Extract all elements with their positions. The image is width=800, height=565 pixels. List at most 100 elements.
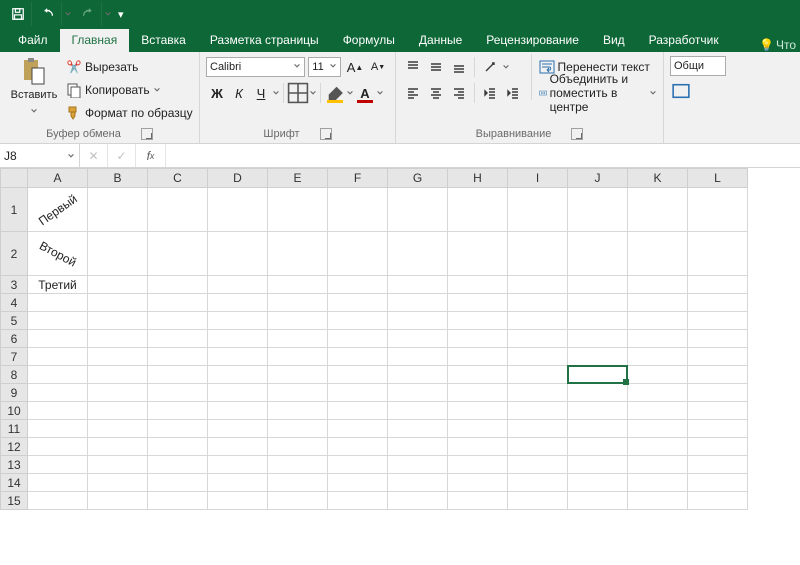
cell[interactable] <box>568 402 628 420</box>
cell[interactable] <box>328 232 388 276</box>
cell[interactable] <box>208 456 268 474</box>
cell[interactable] <box>568 294 628 312</box>
cell[interactable] <box>268 312 328 330</box>
align-bottom-button[interactable] <box>448 56 470 78</box>
row-header[interactable]: 8 <box>0 366 28 384</box>
row-header[interactable]: 10 <box>0 402 28 420</box>
orientation-button[interactable] <box>479 56 501 78</box>
row-header[interactable]: 14 <box>0 474 28 492</box>
cell[interactable] <box>508 188 568 232</box>
copy-dropdown-icon[interactable] <box>153 83 161 97</box>
cell[interactable] <box>208 232 268 276</box>
cell[interactable] <box>28 456 88 474</box>
cell[interactable] <box>268 456 328 474</box>
fill-color-button[interactable] <box>324 82 346 104</box>
column-header[interactable]: D <box>208 168 268 188</box>
cell[interactable] <box>628 188 688 232</box>
cell[interactable] <box>148 402 208 420</box>
cell[interactable] <box>688 188 748 232</box>
cell[interactable] <box>568 348 628 366</box>
cell[interactable] <box>208 348 268 366</box>
cut-button[interactable]: ✂️ Вырезать <box>66 56 193 78</box>
spreadsheet-grid[interactable]: ABCDEFGHIJKL1Первый2Второй3Третий4567891… <box>0 168 800 510</box>
cell[interactable] <box>448 438 508 456</box>
cell[interactable] <box>568 384 628 402</box>
redo-icon[interactable] <box>74 2 102 26</box>
cell[interactable] <box>268 330 328 348</box>
cell[interactable] <box>88 402 148 420</box>
cell[interactable] <box>628 312 688 330</box>
cell[interactable] <box>88 420 148 438</box>
cell[interactable] <box>328 294 388 312</box>
cell[interactable] <box>688 232 748 276</box>
cell[interactable] <box>28 384 88 402</box>
cell[interactable] <box>628 294 688 312</box>
cell[interactable] <box>268 474 328 492</box>
cell[interactable] <box>688 330 748 348</box>
cell[interactable] <box>268 188 328 232</box>
cell[interactable] <box>568 456 628 474</box>
row-header[interactable]: 11 <box>0 420 28 438</box>
cell[interactable] <box>628 420 688 438</box>
cell[interactable] <box>208 294 268 312</box>
cell[interactable] <box>88 384 148 402</box>
align-top-button[interactable] <box>402 56 424 78</box>
font-name-select[interactable]: Calibri <box>206 57 305 77</box>
column-header[interactable]: E <box>268 168 328 188</box>
merge-center-button[interactable]: Объединить и поместить в центре <box>539 82 657 104</box>
italic-button[interactable]: К <box>228 82 250 104</box>
cell[interactable] <box>268 232 328 276</box>
cell[interactable] <box>208 366 268 384</box>
cell[interactable] <box>28 438 88 456</box>
row-header[interactable]: 5 <box>0 312 28 330</box>
cell[interactable] <box>508 402 568 420</box>
cell[interactable] <box>388 232 448 276</box>
cell[interactable] <box>148 348 208 366</box>
cell[interactable] <box>628 438 688 456</box>
cell[interactable] <box>148 456 208 474</box>
cell[interactable] <box>448 232 508 276</box>
cell[interactable] <box>568 492 628 510</box>
cell[interactable]: Первый <box>28 188 88 232</box>
cell[interactable] <box>208 402 268 420</box>
cell[interactable] <box>88 456 148 474</box>
cell[interactable] <box>208 312 268 330</box>
cell[interactable] <box>568 330 628 348</box>
cell[interactable] <box>508 312 568 330</box>
decrease-indent-button[interactable] <box>479 82 501 104</box>
cell[interactable] <box>148 474 208 492</box>
cell[interactable] <box>688 492 748 510</box>
align-right-button[interactable] <box>448 82 470 104</box>
cell[interactable] <box>508 276 568 294</box>
cell[interactable] <box>508 438 568 456</box>
cell[interactable] <box>448 294 508 312</box>
cell[interactable] <box>88 474 148 492</box>
cell[interactable] <box>568 438 628 456</box>
cell[interactable] <box>508 232 568 276</box>
underline-dropdown-icon[interactable] <box>272 86 280 100</box>
cell[interactable] <box>328 420 388 438</box>
cell[interactable] <box>568 474 628 492</box>
cell[interactable] <box>628 384 688 402</box>
cell[interactable] <box>508 456 568 474</box>
undo-icon[interactable] <box>34 2 62 26</box>
cell[interactable] <box>28 420 88 438</box>
borders-button[interactable] <box>287 82 309 104</box>
cell[interactable] <box>688 402 748 420</box>
cell[interactable] <box>148 330 208 348</box>
cell[interactable] <box>508 420 568 438</box>
tab-formulas[interactable]: Формулы <box>331 29 407 52</box>
cell[interactable] <box>208 420 268 438</box>
cell[interactable] <box>568 188 628 232</box>
increase-font-icon[interactable]: A▲ <box>344 56 366 78</box>
row-header[interactable]: 2 <box>0 232 28 276</box>
cell[interactable] <box>628 232 688 276</box>
cell[interactable] <box>388 294 448 312</box>
select-all-corner[interactable] <box>0 168 28 188</box>
decrease-font-icon[interactable]: A▼ <box>367 56 389 78</box>
align-middle-button[interactable] <box>425 56 447 78</box>
font-color-button[interactable]: А <box>354 82 376 104</box>
cell[interactable] <box>268 366 328 384</box>
cell[interactable] <box>268 348 328 366</box>
align-left-button[interactable] <box>402 82 424 104</box>
